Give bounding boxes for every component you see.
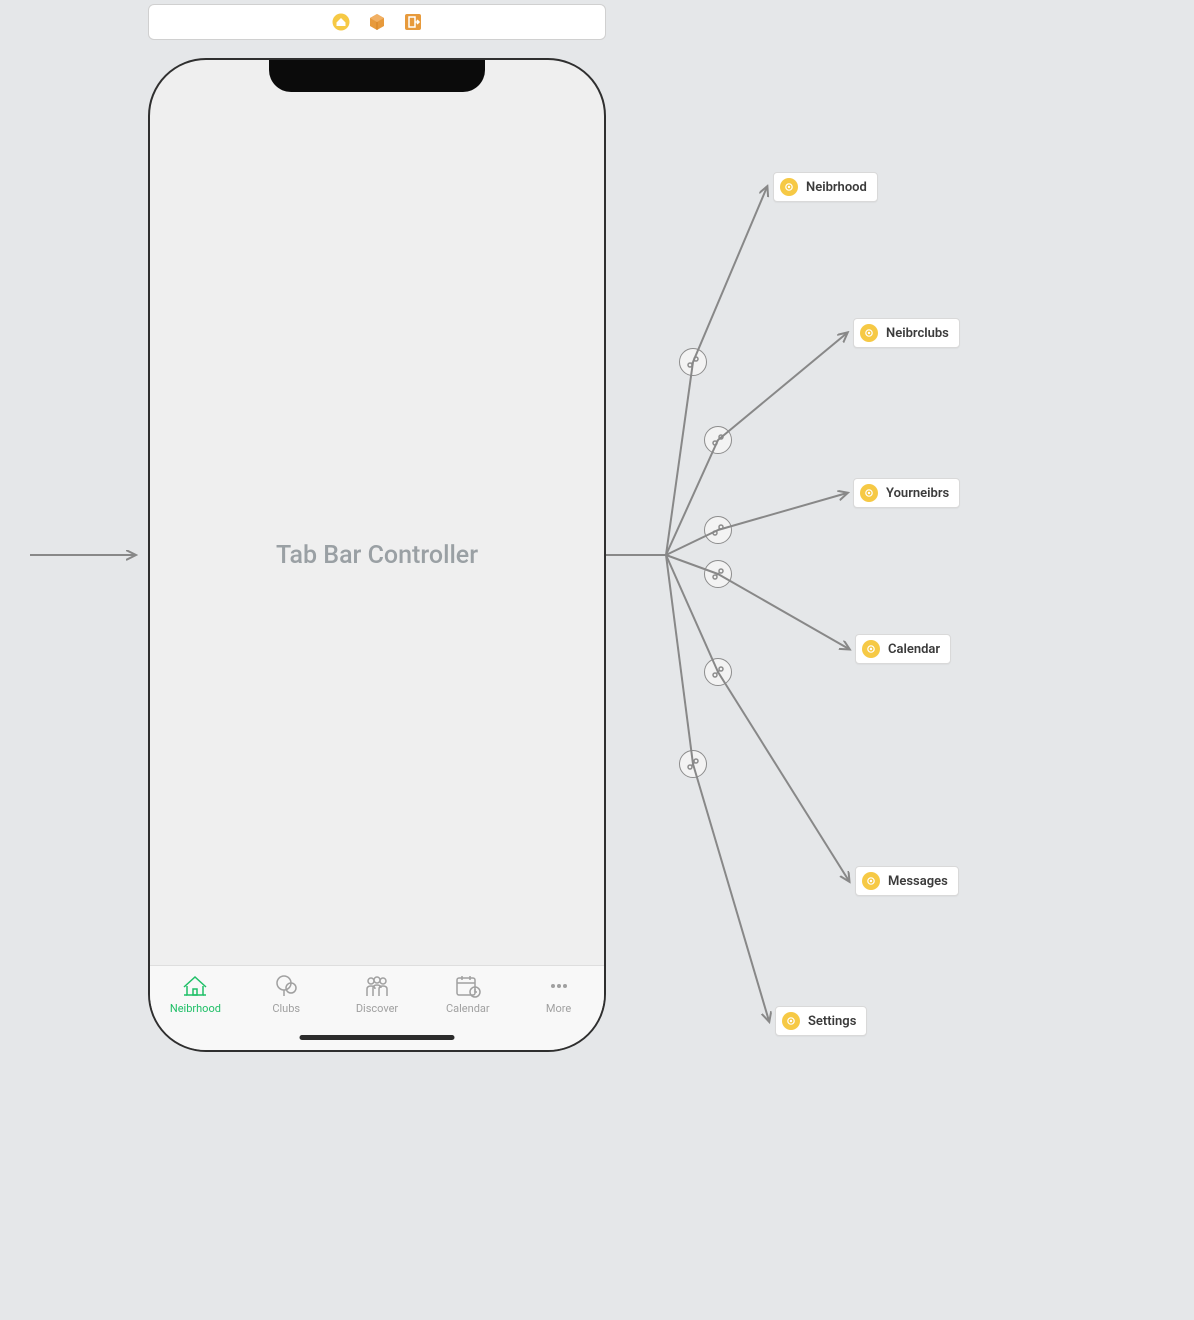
clubs-icon xyxy=(272,974,300,998)
viewcontroller-icon xyxy=(860,484,878,502)
phone-frame: Tab Bar Controller Neibrhood xyxy=(148,58,606,1052)
tab-label: Clubs xyxy=(272,1002,300,1015)
controller-title-text: Tab Bar Controller xyxy=(276,541,478,570)
tab-item-calendar[interactable]: Calendar xyxy=(422,974,513,1015)
destination-label: Calendar xyxy=(888,642,940,657)
destination-label: Yourneibrs xyxy=(886,486,949,501)
segue-badge[interactable] xyxy=(679,750,707,778)
scene-toolbar[interactable] xyxy=(148,4,606,40)
tab-label: Neibrhood xyxy=(170,1002,221,1015)
segue-badge[interactable] xyxy=(704,426,732,454)
storyboard-canvas: Tab Bar Controller Neibrhood xyxy=(0,0,1194,1320)
home-icon xyxy=(181,974,209,998)
segue-badge[interactable] xyxy=(704,516,732,544)
tab-label: More xyxy=(546,1002,571,1015)
destination-calendar[interactable]: Calendar xyxy=(855,634,951,664)
destination-settings[interactable]: Settings xyxy=(775,1006,867,1036)
storyboard-package-icon[interactable] xyxy=(368,13,386,31)
destination-label: Neibrclubs xyxy=(886,326,949,341)
tab-label: Discover xyxy=(356,1002,398,1015)
tab-item-discover[interactable]: Discover xyxy=(332,974,423,1015)
storyboard-exit-icon[interactable] xyxy=(404,13,422,31)
destination-neibrclubs[interactable]: Neibrclubs xyxy=(853,318,960,348)
destination-label: Neibrhood xyxy=(806,180,867,195)
destination-label: Settings xyxy=(808,1014,856,1029)
storyboard-home-icon[interactable] xyxy=(332,13,350,31)
tab-item-clubs[interactable]: Clubs xyxy=(241,974,332,1015)
viewcontroller-icon xyxy=(860,324,878,342)
destination-yourneibrs[interactable]: Yourneibrs xyxy=(853,478,960,508)
viewcontroller-icon xyxy=(862,640,880,658)
tab-item-neibrhood[interactable]: Neibrhood xyxy=(150,974,241,1015)
viewcontroller-icon xyxy=(782,1012,800,1030)
home-indicator xyxy=(300,1035,455,1040)
segue-badge[interactable] xyxy=(704,658,732,686)
destination-messages[interactable]: Messages xyxy=(855,866,959,896)
tab-label: Calendar xyxy=(446,1002,490,1015)
segue-badge[interactable] xyxy=(704,560,732,588)
viewcontroller-icon xyxy=(862,872,880,890)
more-icon xyxy=(545,974,573,998)
tab-item-more[interactable]: More xyxy=(513,974,604,1015)
controller-title: Tab Bar Controller xyxy=(150,60,604,1050)
destination-neibrhood[interactable]: Neibrhood xyxy=(773,172,878,202)
destination-label: Messages xyxy=(888,874,948,889)
segue-badge[interactable] xyxy=(679,348,707,376)
viewcontroller-icon xyxy=(780,178,798,196)
people-icon xyxy=(363,974,391,998)
calendar-icon xyxy=(454,974,482,998)
